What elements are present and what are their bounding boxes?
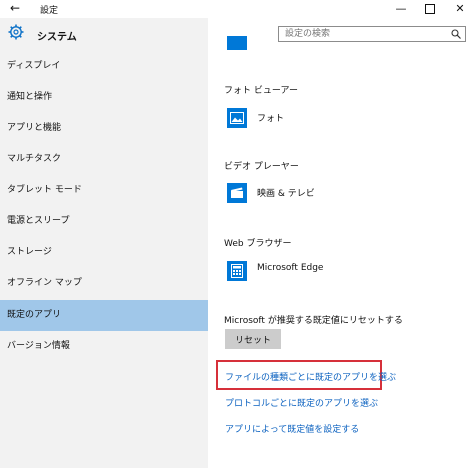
sidebar-item-apps-features[interactable]: アプリと機能 bbox=[0, 113, 208, 144]
close-icon[interactable]: ✕ bbox=[441, 0, 471, 18]
sidebar-item-power-sleep[interactable]: 電源とスリープ bbox=[0, 206, 208, 237]
web-browser-heading: Web ブラウザー bbox=[224, 239, 292, 249]
sidebar-item-default-apps[interactable]: 既定のアプリ bbox=[0, 300, 208, 331]
choose-by-file-type-link[interactable]: ファイルの種類ごとに既定のアプリを選ぶ bbox=[225, 370, 396, 383]
movies-tv-app-icon[interactable] bbox=[227, 183, 247, 203]
browser-app-icon[interactable] bbox=[227, 261, 247, 281]
reset-button[interactable]: リセット bbox=[225, 329, 281, 349]
photos-app-icon[interactable] bbox=[227, 108, 247, 128]
movies-tv-app-name[interactable]: 映画 & テレビ bbox=[257, 186, 315, 199]
search-input[interactable] bbox=[285, 28, 445, 40]
set-defaults-by-app-link[interactable]: アプリによって既定値を設定する bbox=[225, 422, 359, 435]
video-player-heading: ビデオ プレーヤー bbox=[224, 162, 299, 172]
sidebar-item-tablet-mode[interactable]: タブレット モード bbox=[0, 175, 208, 206]
search-icon[interactable] bbox=[451, 29, 461, 39]
sidebar-item-about[interactable]: バージョン情報 bbox=[0, 331, 208, 362]
sidebar-item-multitasking[interactable]: マルチタスク bbox=[0, 144, 208, 175]
title-bar: ← 設定 — ✕ bbox=[0, 0, 471, 18]
photos-app-name[interactable]: フォト bbox=[257, 111, 284, 124]
back-arrow-icon[interactable]: ← bbox=[10, 1, 20, 15]
sidebar-item-storage[interactable]: ストレージ bbox=[0, 237, 208, 268]
sidebar-item-offline-maps[interactable]: オフライン マップ bbox=[0, 268, 208, 299]
sidebar-item-display[interactable]: ディスプレイ bbox=[0, 51, 208, 82]
search-box[interactable] bbox=[278, 26, 466, 42]
window-title: 設定 bbox=[40, 6, 59, 16]
gear-icon bbox=[8, 24, 24, 40]
reset-description: Microsoft が推奨する既定値にリセットする bbox=[224, 316, 403, 326]
app-tile-partial[interactable] bbox=[227, 36, 247, 50]
photo-viewer-heading: フォト ビューアー bbox=[224, 86, 298, 96]
page-title: システム bbox=[37, 32, 77, 43]
choose-by-protocol-link[interactable]: プロトコルごとに既定のアプリを選ぶ bbox=[225, 396, 378, 409]
sidebar-item-notifications[interactable]: 通知と操作 bbox=[0, 82, 208, 113]
browser-app-name[interactable]: Microsoft Edge bbox=[257, 263, 323, 273]
